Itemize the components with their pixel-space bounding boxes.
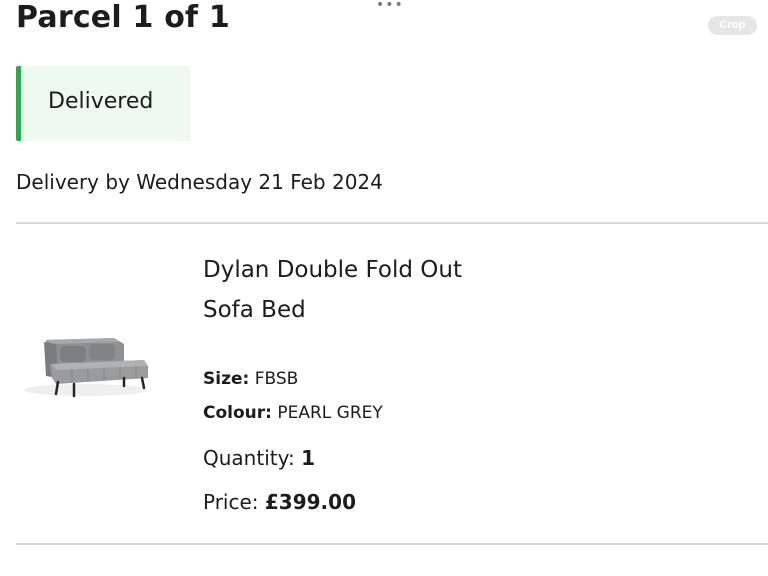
size-label: Size: [203, 369, 250, 389]
quantity-label: Quantity: [203, 446, 295, 470]
page-title: Parcel 1 of 1 [16, 0, 230, 35]
sofa-bed-image [24, 338, 148, 398]
product-quantity: Quantity: 1 [203, 444, 315, 472]
product-price: Price: £399.00 [203, 488, 356, 516]
product-name[interactable]: Dylan Double Fold Out Sofa Bed [203, 250, 533, 330]
status-label: Delivered [48, 89, 154, 114]
colour-label: Colour: [203, 403, 272, 423]
quantity-value: 1 [301, 446, 315, 470]
status-badge: Delivered [16, 66, 190, 141]
price-value: £399.00 [264, 490, 356, 514]
product-name-line2: Sofa Bed [203, 297, 306, 323]
size-value: FBSB [254, 369, 299, 389]
colour-value: PEARL GREY [277, 403, 383, 423]
divider [16, 222, 768, 224]
product-name-line1: Dylan Double Fold Out [203, 257, 462, 283]
divider [16, 543, 768, 545]
product-colour: Colour: PEARL GREY [203, 402, 383, 424]
delivery-date: Delivery by Wednesday 21 Feb 2024 [16, 170, 383, 194]
product-size: Size: FBSB [203, 368, 298, 390]
price-label: Price: [203, 490, 259, 514]
crop-button[interactable]: Crop [708, 16, 757, 35]
more-options-icon[interactable]: ••• [376, 0, 403, 12]
product-image[interactable] [16, 330, 154, 402]
